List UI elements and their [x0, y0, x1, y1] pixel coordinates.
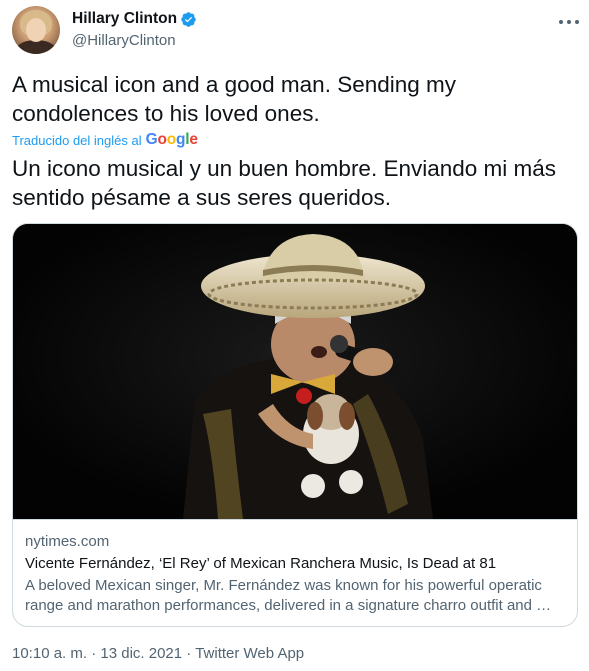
- tweet-time[interactable]: 10:10 a. m.: [12, 645, 87, 662]
- author-info: Hillary Clinton @HillaryClinton: [72, 10, 197, 49]
- card-image[interactable]: [13, 224, 577, 519]
- author-display-name[interactable]: Hillary Clinton: [72, 10, 177, 28]
- link-card[interactable]: nytimes.com Vicente Fernández, ‘El Rey’ …: [12, 223, 578, 627]
- tweet: Hillary Clinton @HillaryClinton A musica…: [0, 0, 589, 671]
- translated-text: Un icono musical y un buen hombre. Envia…: [12, 156, 557, 210]
- card-description: A beloved Mexican singer, Mr. Fernández …: [25, 577, 552, 614]
- google-logo: Google: [145, 131, 198, 148]
- tweet-timestamp: 10:10 a. m. · 13 dic. 2021 · Twitter Web…: [12, 645, 304, 662]
- separator: ·: [91, 645, 97, 662]
- translated-by-label: Traducido del inglés al: [12, 132, 142, 148]
- card-domain: nytimes.com: [25, 533, 110, 550]
- author-handle[interactable]: @HillaryClinton: [72, 32, 197, 49]
- avatar[interactable]: [12, 6, 60, 54]
- author-name-row[interactable]: Hillary Clinton: [72, 10, 197, 28]
- card-title: Vicente Fernández, ‘El Rey’ of Mexican R…: [25, 555, 497, 572]
- tweet-header: Hillary Clinton @HillaryClinton: [12, 6, 582, 58]
- translated-by-link[interactable]: Traducido del inglés al Google: [12, 131, 198, 149]
- tweet-source[interactable]: Twitter Web App: [195, 645, 304, 662]
- separator: ·: [186, 645, 192, 662]
- more-options-icon[interactable]: [556, 12, 582, 32]
- tweet-date[interactable]: 13 dic. 2021: [100, 645, 182, 662]
- verified-badge-icon: [181, 11, 196, 27]
- tweet-text: A musical icon and a good man. Sending m…: [12, 72, 457, 126]
- card-meta[interactable]: nytimes.com Vicente Fernández, ‘El Rey’ …: [13, 519, 577, 626]
